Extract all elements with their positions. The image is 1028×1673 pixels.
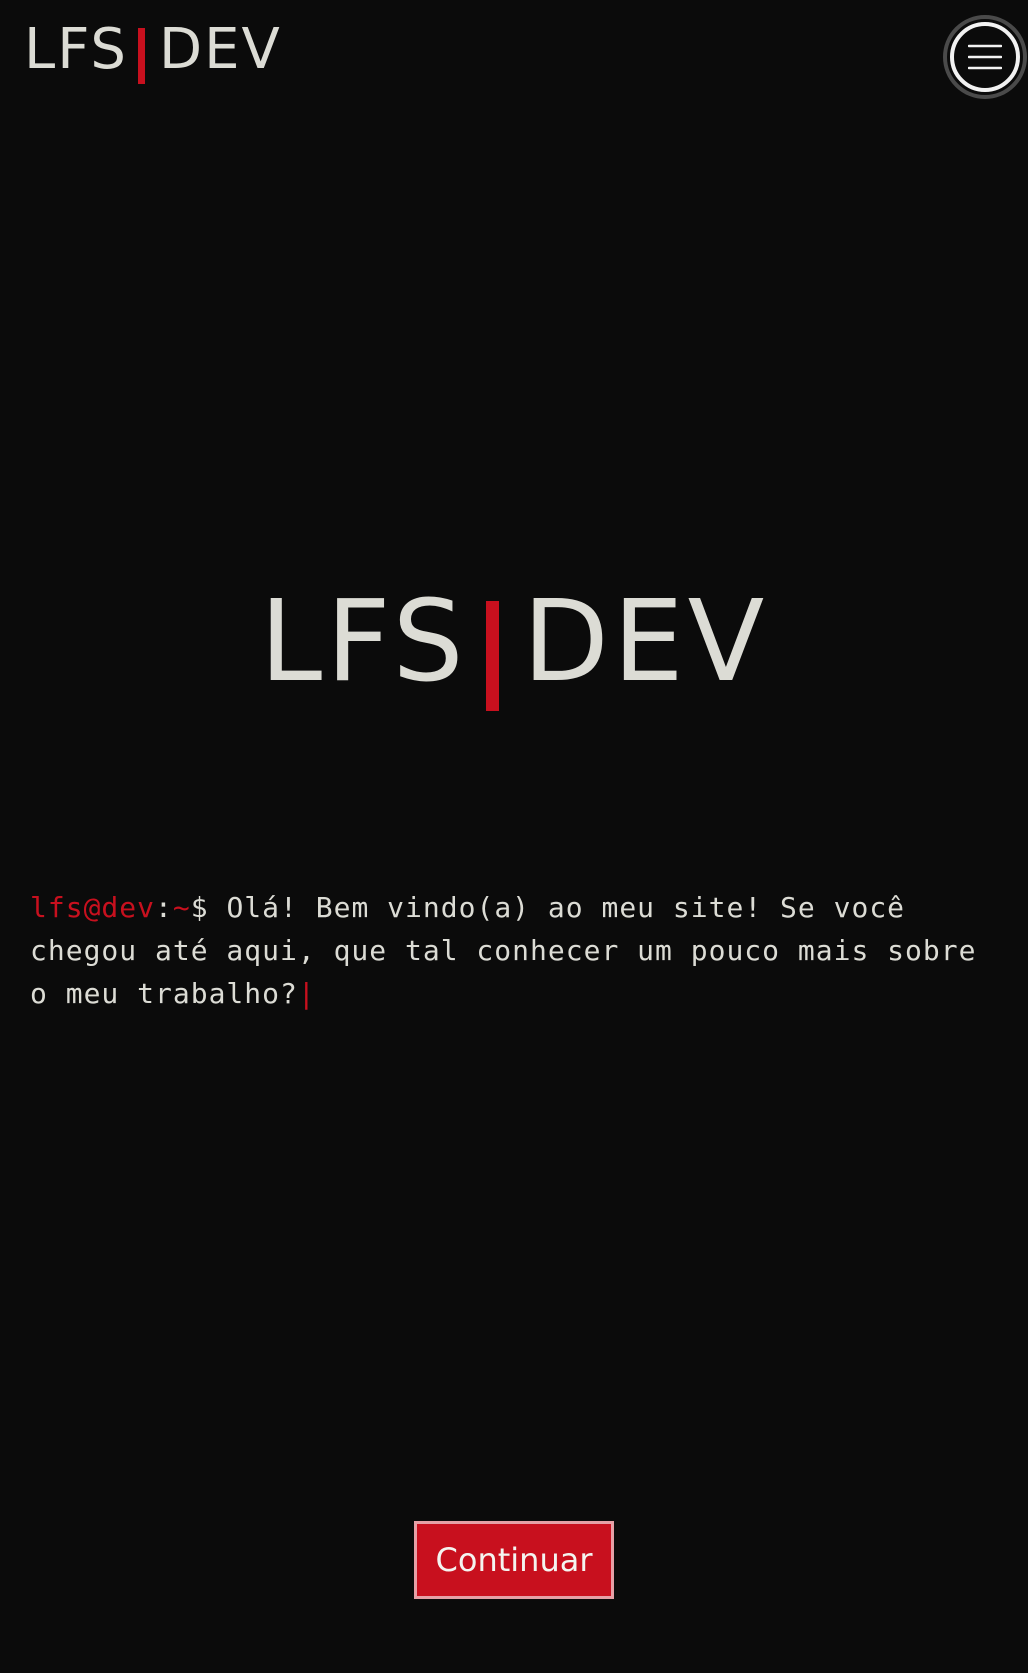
header-logo-left: LFS — [24, 17, 128, 82]
continue-button[interactable]: Continuar — [414, 1521, 614, 1599]
header-logo[interactable]: LFS DEV — [24, 17, 282, 84]
terminal-prompt-dollar: $ — [190, 891, 209, 924]
terminal-prompt-user: lfs@dev — [30, 891, 156, 924]
hamburger-menu-icon — [968, 44, 1002, 70]
header-logo-divider — [137, 28, 145, 84]
menu-button-ring — [950, 22, 1020, 92]
terminal-cursor: | — [297, 977, 316, 1010]
hero-logo-left: LFS — [259, 577, 468, 707]
hero-logo: LFS DEV — [0, 577, 1028, 711]
menu-button[interactable] — [943, 15, 1027, 99]
terminal-prompt-path: ~ — [172, 891, 191, 924]
header-logo-right: DEV — [158, 17, 282, 82]
hero-logo-right: DEV — [522, 577, 769, 707]
terminal-message: lfs@dev:~$ Olá! Bem vindo(a) ao meu site… — [30, 886, 1000, 1015]
hero-logo-divider — [485, 601, 499, 711]
page: LFS DEV LFS DEV lfs@dev:~$ Olá! Bem vind… — [0, 0, 1028, 1673]
terminal-prompt-colon: : — [155, 891, 173, 924]
